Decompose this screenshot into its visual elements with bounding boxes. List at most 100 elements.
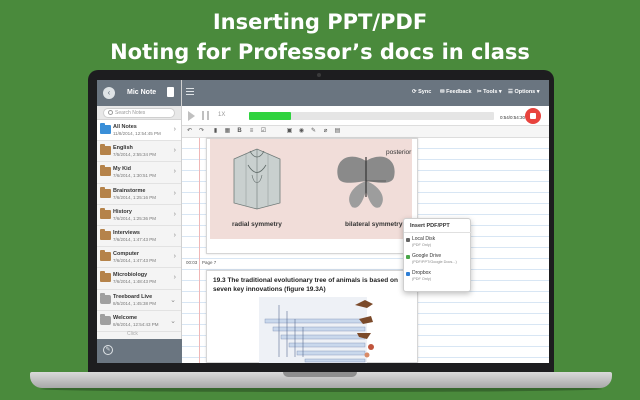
insert-pdf-popup: Insert PDF/PPT Local Disk (PDF Only) Goo… — [403, 218, 472, 292]
options-button[interactable]: ☰ Options ▾ — [508, 89, 540, 95]
speed-button[interactable]: 1X — [218, 112, 225, 118]
folder-name: Interviews — [113, 229, 140, 236]
grid-icon[interactable]: ▦ — [224, 128, 231, 135]
folder-item[interactable]: Treeboard Live 8/5/2014, 1:45:38 PM ⌄ — [97, 290, 181, 311]
click-hint: Click — [127, 331, 138, 337]
play-icon[interactable] — [188, 111, 195, 121]
margin-line — [199, 138, 200, 363]
sync-button[interactable]: ⟳ Sync — [412, 89, 431, 95]
folder-date: 7/6/2014, 1:47:43 PM — [113, 258, 157, 264]
chevron-right-icon: › — [173, 210, 176, 218]
radial-symmetry-label: radial symmetry — [232, 221, 282, 228]
bold-icon[interactable]: B — [236, 128, 243, 135]
search-placeholder: Search Notes — [115, 110, 146, 116]
sync-label: Sync — [418, 89, 432, 95]
attach-icon[interactable]: ⌀ — [322, 128, 329, 135]
tools-button[interactable]: ✂ Tools ▾ — [477, 89, 502, 95]
audio-timestamp[interactable]: 00:03 — [186, 260, 197, 265]
undo-icon[interactable]: ↶ — [186, 128, 193, 135]
folder-icon — [100, 228, 111, 240]
record-time: 0:54/0:54:30 — [500, 115, 526, 120]
folder-icon — [100, 207, 111, 219]
options-label: Options — [514, 89, 536, 95]
folder-name: History — [113, 208, 132, 215]
main-toolbar: ⟳ Sync ✉ Feedback ✂ Tools ▾ ☰ Options ▾ — [182, 80, 549, 106]
image-icon[interactable]: ▣ — [286, 128, 293, 135]
chevron-right-icon: › — [173, 147, 176, 155]
chevron-right-icon: ⌄ — [170, 296, 176, 304]
new-note-icon[interactable] — [167, 87, 174, 97]
folder-date: 7/6/2014, 1:25:36 PM — [113, 215, 157, 221]
dropbox-icon — [406, 272, 410, 276]
folder-item[interactable]: Computer 7/6/2014, 1:47:43 PM › — [97, 247, 181, 269]
app-title: Mic Note — [127, 89, 157, 96]
slide-page-7: 19.3 The traditional evolutionary tree o… — [206, 270, 418, 363]
folder-name: Treeboard Live — [113, 293, 153, 300]
chevron-right-icon: › — [173, 253, 176, 261]
folder-item[interactable]: English 7/5/2014, 2:55:34 PM › — [97, 141, 181, 163]
folder-name: Brainstorme — [113, 187, 146, 194]
checkbox-icon[interactable]: ☑ — [260, 128, 267, 135]
folder-name: My Kid — [113, 166, 132, 173]
folder-icon — [100, 313, 111, 325]
folder-icon — [100, 144, 111, 156]
draw-icon[interactable]: ✎ — [310, 128, 317, 135]
banner-title: Inserting PPT/PDF — [212, 10, 428, 34]
folder-icon — [100, 271, 111, 283]
evolutionary-tree-diagram — [264, 300, 374, 363]
folder-item[interactable]: History 7/6/2014, 1:25:36 PM › — [97, 205, 181, 226]
pause-icon[interactable] — [202, 111, 209, 120]
folder-date: 7/6/2014, 1:30:51 PM — [113, 173, 157, 179]
progress-fill — [249, 112, 291, 120]
stop-record-button[interactable] — [525, 108, 541, 124]
folder-item[interactable]: Interviews 7/6/2014, 1:47:43 PM › — [97, 226, 181, 248]
sidebar: ‹ Mic Note Search Notes All Notes 11/8/20… — [97, 80, 182, 363]
popup-title: Insert PDF/PPT — [410, 223, 450, 229]
folder-date: 11/8/2014, 12:54:45 PM — [113, 131, 161, 136]
folder-name: Microbiology — [113, 272, 148, 279]
folder-item[interactable]: Welcome 8/6/2014, 12:54:43 PM ⌄ — [97, 311, 181, 332]
folder-name: English — [113, 145, 133, 152]
note-editor[interactable]: posterior radial symmetry bilateral symm… — [182, 138, 549, 363]
popup-divider — [404, 232, 472, 233]
compose-icon[interactable]: ✎ — [103, 345, 113, 355]
back-icon[interactable]: ‹ — [103, 87, 115, 99]
audio-player: 1X 0:54/0:54:30 — [182, 106, 549, 126]
posterior-label: posterior — [386, 149, 412, 156]
insert-pdf-icon[interactable]: ▤ — [334, 128, 341, 135]
folder-item[interactable]: Brainstorme 7/6/2014, 1:25:16 PM › — [97, 184, 181, 205]
folder-item[interactable]: Microbiology 7/6/2014, 1:48:43 PM › — [97, 268, 181, 290]
edit-toolbar: ↶ ↷ ▮ ▦ B ≡ ☑ ▣ ◉ ✎ ⌀ ▤ — [182, 126, 549, 138]
slide-page-6: posterior radial symmetry bilateral symm… — [206, 138, 418, 254]
folder-item[interactable]: My Kid 7/6/2014, 1:30:51 PM › — [97, 162, 181, 184]
folder-date: 7/6/2014, 1:25:16 PM — [113, 194, 157, 200]
search-bar: Search Notes — [97, 106, 181, 120]
chevron-right-icon: › — [173, 126, 176, 133]
feedback-button[interactable]: ✉ Feedback — [440, 89, 472, 95]
banner-subtitle: Noting for Professor’s docs in class — [110, 40, 530, 64]
folder-date: 7/5/2014, 2:55:34 PM — [113, 152, 157, 158]
bilateral-symmetry-label: bilateral symmetry — [345, 221, 403, 228]
jellyfish-illustration — [233, 148, 281, 210]
camera-icon — [317, 73, 321, 77]
folder-date: 7/6/2014, 1:47:43 PM — [113, 236, 157, 242]
option-sub: (PDF/PPT/Google Docs...) — [412, 260, 457, 264]
progress-track[interactable] — [249, 112, 494, 120]
slide-title: 19.3 The traditional evolutionary tree o… — [213, 277, 398, 293]
redo-icon[interactable]: ↷ — [198, 128, 205, 135]
folder-item[interactable]: All Notes 11/8/2014, 12:54:45 PM › — [97, 120, 181, 142]
bookmark-icon[interactable]: ▮ — [212, 128, 219, 135]
option-sub: (PDF Only) — [412, 277, 431, 281]
chevron-right-icon: › — [173, 231, 176, 239]
app-screen: ‹ Mic Note Search Notes All Notes 11/8/20… — [97, 80, 549, 363]
menu-icon[interactable] — [186, 88, 194, 89]
search-input[interactable]: Search Notes — [103, 108, 175, 118]
folder-icon — [100, 250, 111, 262]
chevron-right-icon: › — [173, 274, 176, 282]
folder-name: Welcome — [113, 314, 138, 321]
camera-tool-icon[interactable]: ◉ — [298, 128, 305, 135]
page-label: Page 7 — [202, 260, 217, 265]
option-label: Google Drive — [412, 253, 442, 259]
list-icon[interactable]: ≡ — [248, 128, 255, 135]
folder-icon — [100, 186, 111, 198]
